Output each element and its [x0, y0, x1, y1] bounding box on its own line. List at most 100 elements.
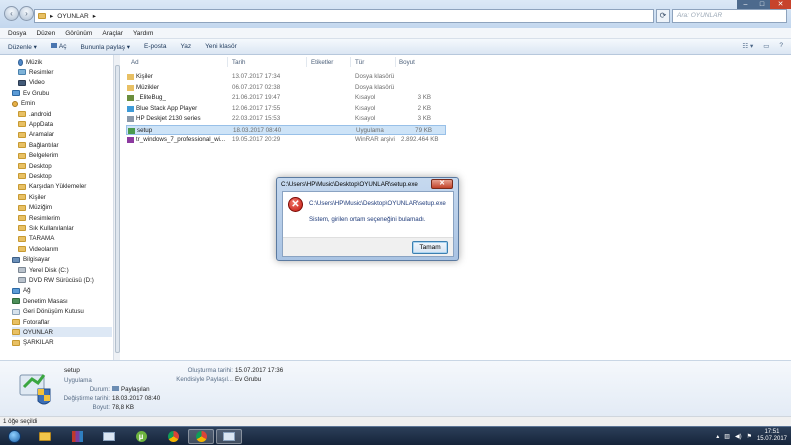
close-window-button[interactable]: ✕ — [770, 0, 791, 9]
search-input[interactable]: Ara: OYUNLAR — [672, 9, 787, 23]
column-header-name[interactable]: Ad — [131, 59, 139, 66]
new-folder-button[interactable]: Yeni klasör — [205, 43, 237, 50]
file-row[interactable]: setup 18.03.2017 08:40 Uygulama 79 KB — [126, 124, 446, 135]
address-bar[interactable]: ▸ OYUNLAR ▸ — [34, 9, 654, 23]
refresh-button[interactable]: ⟳ — [656, 9, 670, 23]
menu-araclar[interactable]: Araçlar — [102, 30, 123, 37]
open-label: Aç — [58, 43, 67, 50]
sidebar-item[interactable]: AppData — [18, 119, 53, 129]
menu-duzen[interactable]: Düzen — [36, 30, 55, 37]
share-button[interactable]: Bununla paylaş ▾ — [81, 43, 131, 51]
detail-state-label: Durum: — [89, 386, 110, 393]
error-dialog: C:\Users\HP\Music\Desktop\OYUNLAR\setup.… — [276, 177, 459, 261]
column-separator[interactable] — [395, 57, 396, 67]
column-separator[interactable] — [227, 57, 228, 67]
sidebar-item-label: Resimlerim — [29, 214, 60, 222]
tray-arrow-icon[interactable]: ▴ — [716, 433, 719, 440]
sidebar-item[interactable]: Bağlantılar — [18, 140, 59, 150]
flag-icon[interactable]: ⚑ — [747, 433, 752, 440]
sidebar-item[interactable]: Desktop — [18, 161, 52, 171]
sidebar-item[interactable]: Emin — [12, 99, 35, 109]
winrar-icon — [71, 431, 83, 442]
taskbar-chrome-2[interactable] — [188, 429, 214, 444]
file-name: HP Deskjet 2130 series — [136, 115, 201, 122]
homegroup-icon — [12, 90, 20, 97]
menu-dosya[interactable]: Dosya — [8, 30, 26, 37]
dialog-close-button[interactable]: ✕ — [431, 179, 453, 189]
column-header-date[interactable]: Tarih — [232, 59, 245, 66]
forward-button[interactable]: › — [19, 6, 34, 21]
sidebar-item[interactable]: Yerel Disk (C:) — [18, 265, 69, 275]
taskbar-chrome-1[interactable] — [160, 429, 186, 444]
file-row[interactable]: HP Deskjet 2130 series 22.03.2017 15:53 Kı… — [126, 114, 446, 124]
sidebar-item[interactable]: Denetim Masası — [12, 296, 68, 306]
dialog-path: C:\Users\HP\Music\Desktop\OYUNLAR\setup.… — [309, 200, 446, 207]
sidebar-item[interactable]: Geri Dönüşüm Kutusu — [12, 307, 84, 317]
chevron-right-icon: ▸ — [92, 13, 96, 20]
sidebar-item[interactable]: Videolarım — [18, 244, 58, 254]
file-row[interactable]: tr_windows_7_professional_wi... 19.05.201… — [126, 135, 446, 145]
sidebar-item-label: Fotoraflar — [23, 318, 50, 326]
sidebar-item[interactable]: .android — [18, 109, 51, 119]
network-tray-icon[interactable]: ▥ — [724, 433, 730, 440]
sidebar-item[interactable]: Video — [18, 78, 45, 88]
ok-button[interactable]: Tamam — [412, 241, 448, 254]
column-header-size[interactable]: Boyut — [399, 59, 415, 66]
sidebar-item[interactable]: TARAMA — [18, 234, 54, 244]
sidebar-scrollbar[interactable] — [113, 55, 120, 360]
taskbar-winrar[interactable] — [64, 429, 90, 444]
column-header-tags[interactable]: Etiketler — [311, 59, 333, 66]
open-button[interactable]: Aç — [50, 43, 67, 50]
sidebar-item[interactable]: Sık Kullanılanlar — [18, 223, 74, 233]
taskbar-explorer[interactable] — [32, 429, 58, 444]
sidebar-item[interactable]: Fotoraflar — [12, 317, 49, 327]
back-button[interactable]: ‹ — [4, 6, 19, 21]
file-row[interactable]: _EliteBug_ 21.06.2017 19:47 Kısayol 3 KB — [126, 93, 446, 103]
sidebar-item[interactable]: Müzik — [18, 57, 42, 67]
view-options-icon[interactable]: ☷ ▾ — [742, 42, 753, 50]
file-row[interactable]: Blue Stack App Player 12.06.2017 17:55 Kıs… — [126, 104, 446, 114]
file-name: Blue Stack App Player — [136, 104, 198, 112]
sidebar-item[interactable]: Karşıdan Yüklemeler — [18, 182, 86, 192]
sidebar-item[interactable]: Aramalar — [18, 130, 54, 140]
email-button[interactable]: E-posta — [144, 43, 166, 50]
sidebar-item[interactable]: Resimlerim — [18, 213, 60, 223]
sidebar-item[interactable]: Belgelerim — [18, 151, 58, 161]
sidebar-item[interactable]: Ağ — [12, 286, 31, 296]
start-button[interactable] — [4, 429, 24, 444]
command-bar: Düzenle ▾ Aç Bununla paylaş ▾ E-posta Ya… — [0, 39, 791, 55]
organize-button[interactable]: Düzenle ▾ — [8, 43, 37, 51]
dialog-footer: Tamam — [283, 237, 453, 256]
preview-pane-icon[interactable]: ▭ — [763, 42, 769, 50]
help-icon[interactable]: ? — [779, 42, 783, 50]
breadcrumb-oyunlar[interactable]: OYUNLAR — [57, 13, 88, 20]
sidebar-item[interactable]: Resimler — [18, 67, 53, 77]
column-separator[interactable] — [350, 57, 351, 67]
scrollbar-thumb[interactable] — [115, 65, 120, 353]
minimize-button[interactable]: – — [737, 0, 754, 9]
detail-filename: setup — [64, 367, 80, 374]
recycle-bin-icon — [12, 308, 20, 315]
sidebar-item[interactable]: Desktop — [18, 171, 52, 181]
column-separator[interactable] — [306, 57, 307, 67]
taskbar-window-1[interactable] — [96, 429, 122, 444]
column-header-type[interactable]: Tür — [355, 59, 364, 66]
sidebar-item[interactable]: Kişiler — [18, 192, 46, 202]
menu-yardim[interactable]: Yardım — [133, 30, 153, 37]
menu-gorunum[interactable]: Görünüm — [65, 30, 92, 37]
file-row[interactable]: Müzikler 06.07.2017 02:38 Dosya klasörü — [126, 83, 446, 93]
volume-icon[interactable]: ◀) — [735, 433, 742, 440]
sidebar-item[interactable]: ŞARKILAR — [12, 338, 54, 348]
print-button[interactable]: Yaz — [180, 43, 191, 50]
maximize-button[interactable]: □ — [754, 0, 770, 9]
taskbar-utorrent[interactable]: µ — [128, 429, 154, 444]
sidebar-item[interactable]: DVD RW Sürücüsü (D:) — [18, 275, 94, 285]
sidebar-item[interactable]: Bilgisayar — [12, 255, 50, 265]
sidebar-item[interactable]: OYUNLAR — [12, 327, 112, 338]
sidebar-item[interactable]: Ev Grubu — [12, 88, 49, 98]
sidebar-item-label: Desktop — [29, 162, 52, 170]
sidebar-item[interactable]: Müziğim — [18, 203, 52, 213]
clock[interactable]: 17:51 15.07.2017 — [757, 429, 787, 443]
file-row[interactable]: Kişiler 13.07.2017 17:34 Dosya klasörü — [126, 72, 446, 82]
taskbar-window-2[interactable] — [216, 429, 242, 444]
